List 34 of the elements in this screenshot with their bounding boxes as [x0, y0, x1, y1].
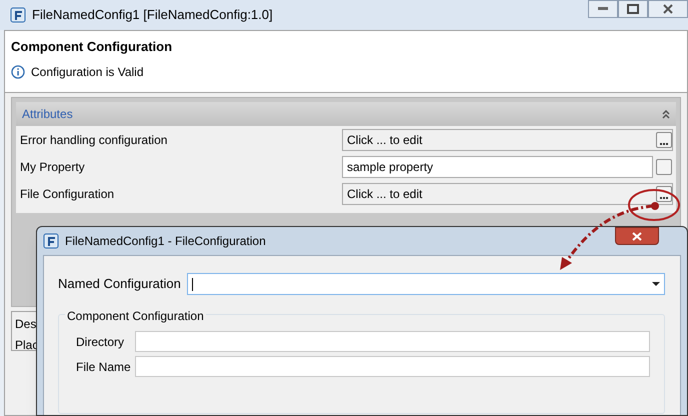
close-icon: [663, 4, 673, 14]
highlight-circle: [628, 189, 680, 221]
info-icon: [11, 64, 25, 78]
collapse-icon[interactable]: [662, 110, 670, 118]
maximize-button[interactable]: [618, 0, 648, 18]
app-logo-icon: [10, 7, 26, 23]
attribute-label: Error handling configuration: [20, 132, 168, 148]
section-header[interactable]: Attributes: [16, 102, 676, 126]
text-field[interactable]: [135, 356, 650, 377]
minimize-button[interactable]: [588, 0, 618, 18]
section-title: Attributes: [22, 106, 73, 123]
text-field[interactable]: sample property: [342, 156, 653, 178]
maximize-icon: [627, 4, 639, 14]
header-title: Component Configuration: [11, 38, 174, 56]
close-button[interactable]: [615, 227, 659, 245]
field-label: Directory: [76, 334, 126, 350]
value-field[interactable]: Click ... to edit: [342, 182, 673, 204]
dialog-title: FileNamedConfig1 - FileConfiguration: [65, 233, 266, 250]
app-logo-icon: [43, 233, 59, 249]
close-button[interactable]: [648, 0, 688, 18]
attribute-label: My Property: [20, 158, 86, 176]
attribute-label: File Configuration: [20, 186, 116, 202]
text-field[interactable]: [135, 331, 650, 352]
tab-label: Des: [15, 316, 38, 333]
window-title: FileNamedConfig1 [FileNamedConfig:1.0]: [32, 6, 273, 24]
close-icon: [632, 232, 642, 240]
minimize-icon: [598, 7, 608, 11]
dropdown-arrow-icon[interactable]: [652, 282, 660, 286]
status-message: Configuration is Valid: [31, 64, 144, 80]
browse-button[interactable]: [656, 132, 672, 148]
value-field[interactable]: Click ... to edit: [342, 128, 673, 150]
dropdown-field[interactable]: [186, 273, 665, 295]
field-label: Named Configuration: [58, 275, 181, 294]
field-label: File Name: [76, 358, 132, 376]
